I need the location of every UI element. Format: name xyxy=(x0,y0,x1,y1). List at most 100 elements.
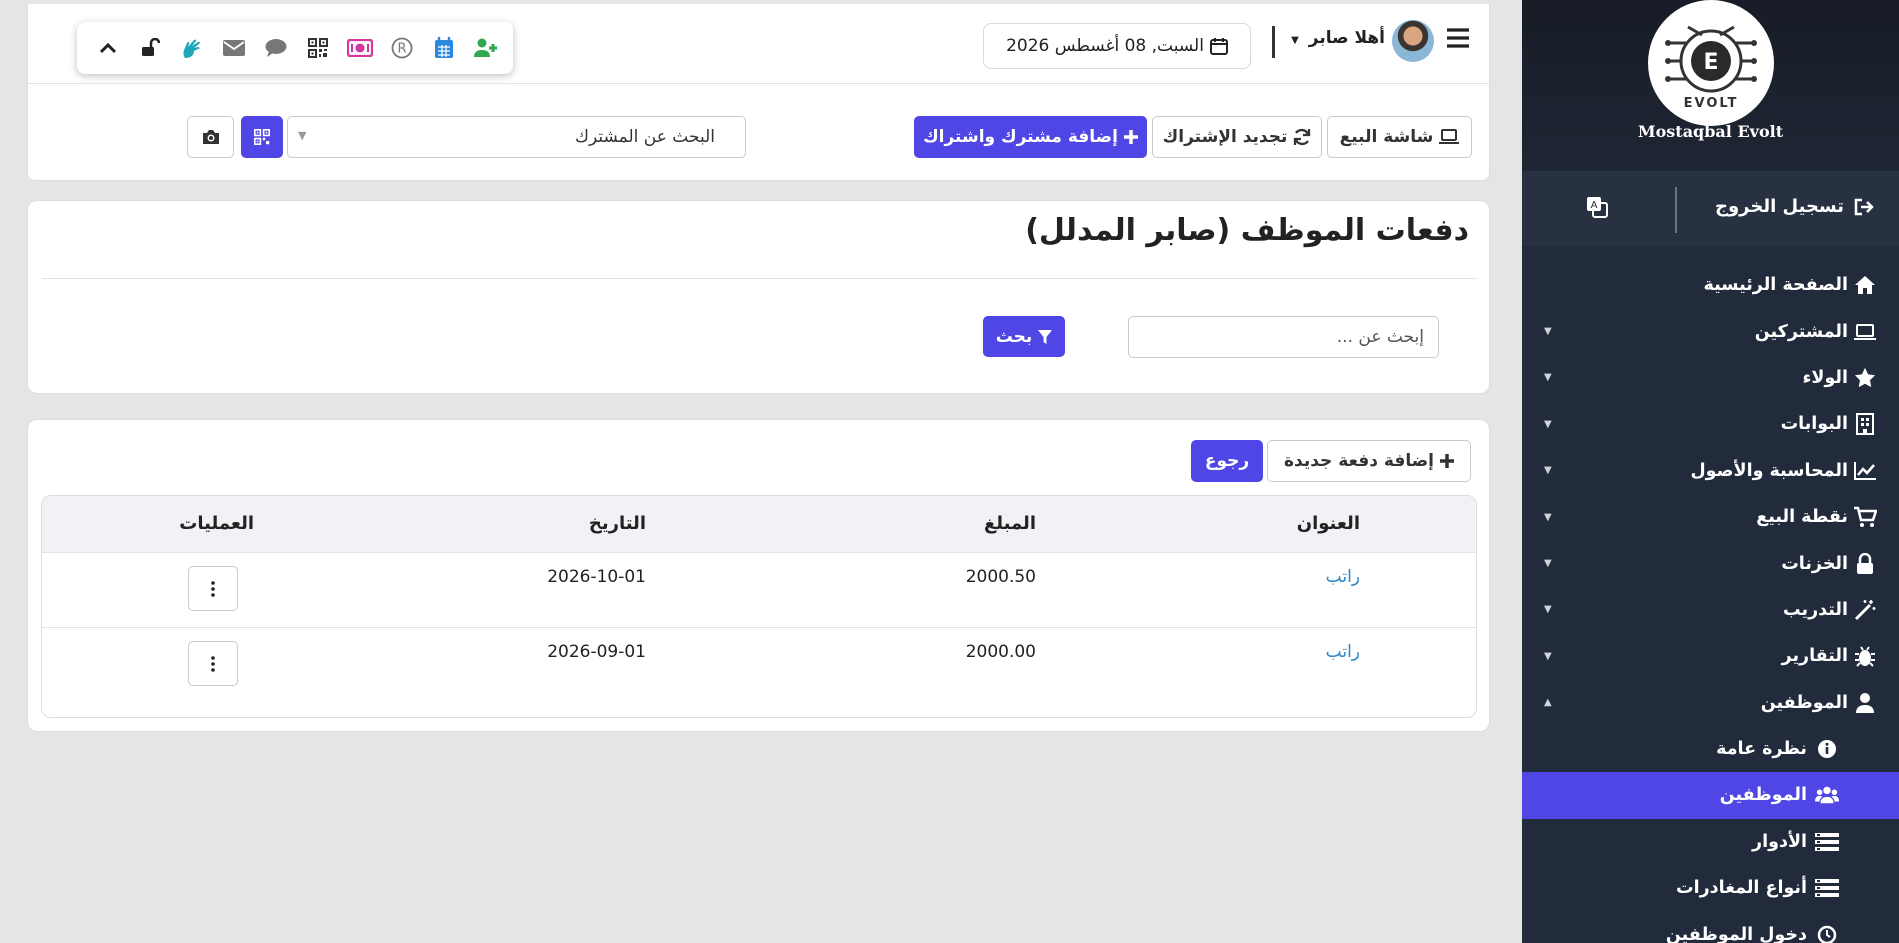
payment-title-link[interactable]: راتب xyxy=(1326,642,1360,662)
chevron-down-icon: ▼ xyxy=(1544,326,1552,338)
subscriber-search-select[interactable]: البحث عن المشترك ▼ xyxy=(287,116,746,158)
sidebar-item-accounting[interactable]: المحاسبة والأصول ▼ xyxy=(1522,448,1899,494)
sidebar-item-label: أنواع المغادرات xyxy=(1676,878,1807,899)
pos-screen-button[interactable]: شاشة البيع xyxy=(1327,116,1472,158)
envelope-icon[interactable] xyxy=(221,35,247,61)
sidebar-item-reports[interactable]: التقارير ▼ xyxy=(1522,633,1899,679)
users-icon xyxy=(1815,783,1839,807)
sidebar-item-label: التقارير xyxy=(1781,646,1848,667)
unlock-icon[interactable] xyxy=(137,35,163,61)
building-icon xyxy=(1853,412,1877,436)
chevron-down-icon: ▼ xyxy=(1544,372,1552,384)
user-plus-icon[interactable] xyxy=(473,35,499,61)
chevron-down-icon: ▼ xyxy=(298,129,307,142)
calendar-grid-icon[interactable] xyxy=(431,35,457,61)
sidebar-subitem-roles[interactable]: الأدوار xyxy=(1522,819,1899,865)
sidebar-menu: الصفحة الرئيسية المشتركين ▼ الولاء ▼ الب… xyxy=(1522,262,1899,943)
registered-icon[interactable]: R xyxy=(389,35,415,61)
table-row: راتب 2000.00 2026-09-01 xyxy=(42,627,1476,702)
sidebar-item-vaults[interactable]: الخزنات ▼ xyxy=(1522,540,1899,586)
logo-word: EVOLT xyxy=(1683,96,1738,111)
brand-logo[interactable]: E EVOLT xyxy=(1647,0,1774,126)
plus-icon xyxy=(1440,454,1454,468)
collapse-up-icon[interactable] xyxy=(95,35,121,61)
sidebar-item-home[interactable]: الصفحة الرئيسية xyxy=(1522,262,1899,308)
sidebar-item-label: الخزنات xyxy=(1781,553,1848,574)
chevron-down-icon: ▼ xyxy=(1544,604,1552,616)
add-subscriber-label: إضافة مشترك واشتراك xyxy=(923,127,1118,147)
user-greeting: أهلا صابر xyxy=(1308,28,1385,48)
chevron-down-icon: ▼ xyxy=(1544,418,1552,430)
sidebar-logo-area: E EVOLT Mostaqbal Evolt xyxy=(1522,0,1899,171)
renew-subscription-label: تجديد الإشتراك xyxy=(1162,127,1288,147)
chevron-down-icon: ▼ xyxy=(1544,650,1552,662)
search-button[interactable]: بحث xyxy=(983,316,1065,357)
chart-line-icon xyxy=(1853,459,1877,483)
payment-date: 2026-09-01 xyxy=(547,642,646,662)
sidebar-logout-bar: تسجيل الخروج A xyxy=(1522,171,1899,246)
clock-icon xyxy=(1815,923,1839,943)
list-icon xyxy=(1815,830,1839,854)
sidebar-item-pos[interactable]: نقطة البيع ▼ xyxy=(1522,494,1899,540)
search-button-label: بحث xyxy=(995,326,1033,347)
sidebar-item-subscribers[interactable]: المشتركين ▼ xyxy=(1522,308,1899,354)
sidebar-item-label: البوابات xyxy=(1780,414,1848,435)
sidebar-item-employees[interactable]: الموظفين ▲ xyxy=(1522,680,1899,726)
plus-icon xyxy=(1123,130,1138,144)
logout-button[interactable]: تسجيل الخروج xyxy=(1715,196,1874,217)
date-display[interactable]: السبت, 08 أغسطس 2026 xyxy=(983,23,1251,69)
sign-out-icon xyxy=(1854,198,1874,215)
sign-language-icon[interactable] xyxy=(179,35,205,61)
subscriber-search-placeholder: البحث عن المشترك xyxy=(574,127,715,147)
info-icon xyxy=(1815,737,1839,761)
sidebar-subitem-overview[interactable]: نظرة عامة xyxy=(1522,726,1899,772)
money-bill-icon[interactable] xyxy=(347,35,373,61)
avatar[interactable] xyxy=(1392,20,1434,62)
user-icon xyxy=(1853,691,1877,715)
add-subscriber-button[interactable]: إضافة مشترك واشتراك xyxy=(914,116,1147,158)
table-row: راتب 2000.50 2026-10-01 xyxy=(42,552,1476,627)
renew-subscription-button[interactable]: تجديد الإشتراك xyxy=(1152,116,1322,158)
bug-icon xyxy=(1853,644,1877,668)
row-actions-button[interactable] xyxy=(188,566,238,611)
sidebar-subitem-employee-attendance[interactable]: دخول الموظفين xyxy=(1522,911,1899,943)
filter-icon xyxy=(1038,329,1053,344)
chevron-down-icon: ▼ xyxy=(1544,511,1552,523)
header-separator xyxy=(28,83,1489,84)
sidebar-item-loyalty[interactable]: الولاء ▼ xyxy=(1522,355,1899,401)
sidebar-item-label: الموظفين xyxy=(1719,785,1807,806)
qr-scan-button[interactable] xyxy=(241,116,283,158)
quick-actions-bar: R xyxy=(77,22,513,74)
comment-icon[interactable] xyxy=(263,35,289,61)
calendar-icon xyxy=(1209,38,1228,55)
laptop-icon xyxy=(1439,129,1460,144)
sidebar-subitem-leave-types[interactable]: أنواع المغادرات xyxy=(1522,865,1899,911)
star-icon xyxy=(1853,366,1877,390)
camera-button[interactable] xyxy=(187,116,234,158)
add-payment-label: إضافة دفعة جديدة xyxy=(1284,451,1434,471)
sidebar-item-gates[interactable]: البوابات ▼ xyxy=(1522,401,1899,447)
chevron-down-icon: ▼ xyxy=(1544,558,1552,570)
lock-icon xyxy=(1853,552,1877,576)
row-actions-button[interactable] xyxy=(188,641,238,686)
laptop-icon xyxy=(1853,320,1877,344)
sidebar-item-label: نظرة عامة xyxy=(1716,739,1807,760)
qrcode-icon[interactable] xyxy=(305,35,331,61)
language-switch-icon[interactable]: A xyxy=(1585,195,1609,219)
search-input[interactable]: إبحث عن ... xyxy=(1128,316,1439,358)
table-header: العنوان المبلغ التاريخ العمليات xyxy=(42,496,1476,552)
back-button[interactable]: رجوع xyxy=(1191,440,1263,482)
sidebar-item-training[interactable]: التدريب ▼ xyxy=(1522,587,1899,633)
sidebar-subitem-employees[interactable]: الموظفين xyxy=(1522,772,1899,819)
sidebar-item-label: الموظفين xyxy=(1760,692,1848,713)
camera-icon xyxy=(202,130,219,144)
header-divider xyxy=(1272,26,1275,58)
payment-title-link[interactable]: راتب xyxy=(1326,567,1360,587)
title-divider xyxy=(42,278,1477,279)
magic-icon xyxy=(1853,598,1877,622)
add-payment-button[interactable]: إضافة دفعة جديدة xyxy=(1267,440,1471,482)
user-menu[interactable]: أهلا صابر ▼ xyxy=(1291,28,1385,48)
sidebar-item-label: نقطة البيع xyxy=(1756,507,1848,528)
chevron-up-icon: ▲ xyxy=(1544,697,1552,709)
hamburger-menu-icon[interactable] xyxy=(1447,28,1469,48)
